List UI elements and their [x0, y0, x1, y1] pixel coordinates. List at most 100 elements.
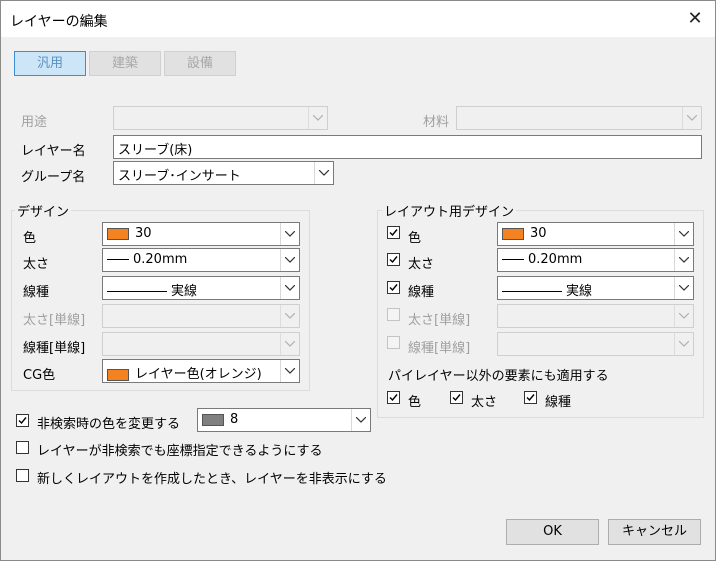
material-label: 材料: [423, 115, 450, 130]
design-color-value: 30: [135, 226, 152, 241]
hide-layer-label: 新しくレイアウトを作成したとき、レイヤーを非表示にする: [37, 472, 387, 487]
layout-thickness-display: 0.20mm: [502, 252, 582, 267]
layout-color-select[interactable]: 30: [497, 222, 694, 246]
material-select[interactable]: [456, 106, 702, 130]
coord-checkbox[interactable]: [16, 441, 29, 454]
group-name-select[interactable]: スリーブ･インサート: [113, 161, 334, 185]
usage-label: 用途: [21, 115, 48, 130]
design-thickness-value: 0.20mm: [133, 252, 188, 267]
design-thickness-select[interactable]: 0.20mm: [102, 248, 300, 272]
layout-linetype-checkbox[interactable]: [387, 281, 400, 294]
cancel-button[interactable]: キャンセル: [608, 519, 701, 545]
apply-color-label: 色: [408, 395, 422, 410]
dialog-title: レイヤーの編集: [10, 14, 108, 30]
design-color-display: 30: [107, 226, 152, 241]
layout-linetype-value: 実線: [566, 284, 593, 299]
layout-single-thickness-select[interactable]: [497, 304, 694, 328]
close-icon[interactable]: ✕: [685, 9, 705, 29]
chevron-down-icon: [280, 360, 299, 382]
change-color-checkbox[interactable]: [16, 414, 29, 427]
hide-layer-checkbox[interactable]: [16, 469, 29, 482]
apply-thickness-checkbox[interactable]: [450, 391, 463, 404]
apply-linetype-label: 線種: [545, 395, 572, 410]
apply-linetype-checkbox[interactable]: [524, 391, 537, 404]
chevron-down-icon: [674, 223, 693, 245]
design-color-label: 色: [23, 231, 37, 246]
tab-general[interactable]: 汎用: [14, 51, 86, 76]
design-linetype-value: 実線: [171, 284, 198, 299]
chevron-down-icon: [682, 107, 701, 129]
coord-label: レイヤーが非検索でも座標指定できるようにする: [37, 444, 323, 459]
chevron-down-icon: [674, 333, 693, 355]
usage-select[interactable]: [113, 106, 328, 130]
layout-color-label: 色: [408, 231, 422, 246]
chevron-down-icon: [280, 223, 299, 245]
design-thickness-display: 0.20mm: [107, 252, 187, 267]
chevron-down-icon: [280, 305, 299, 327]
design-cg-color-display: レイヤー色(オレンジ): [107, 363, 262, 382]
group-name-value: スリーブ･インサート: [118, 169, 241, 184]
chevron-down-icon: [351, 409, 370, 431]
design-cg-color-label: CG色: [23, 368, 56, 383]
layout-single-linetype-select[interactable]: [497, 332, 694, 356]
design-thickness-label: 太さ: [23, 257, 50, 272]
dialog-window: レイヤーの編集 ✕ 汎用 建築 設備 用途 材料 レイヤー名 スリーブ(床) グ…: [0, 0, 716, 561]
design-single-thickness-label: 太さ[単線]: [23, 313, 86, 328]
ok-button-label: OK: [543, 524, 562, 539]
layout-design-group-title: レイアウト用デザイン: [382, 201, 517, 220]
tab-architecture[interactable]: 建築: [89, 51, 161, 76]
change-color-display: 8: [202, 412, 238, 427]
chevron-down-icon: [280, 333, 299, 355]
title-bar: レイヤーの編集 ✕: [1, 1, 715, 37]
chevron-down-icon: [280, 249, 299, 271]
design-single-linetype-select[interactable]: [102, 332, 300, 356]
tab-equipment[interactable]: 設備: [164, 51, 236, 76]
chevron-down-icon: [308, 107, 327, 129]
change-color-value: 8: [230, 412, 239, 427]
design-linetype-select[interactable]: 実線: [102, 276, 300, 300]
group-name-label: グループ名: [21, 170, 86, 185]
change-color-select[interactable]: 8: [197, 408, 371, 432]
color-swatch: [107, 368, 129, 381]
tab-general-label: 汎用: [36, 56, 63, 71]
chevron-down-icon: [674, 249, 693, 271]
layout-single-linetype-label: 線種[単線]: [408, 341, 471, 356]
tab-architecture-label: 建築: [111, 56, 138, 71]
layout-thickness-label: 太さ: [408, 257, 435, 272]
apply-elements-label: パイレイヤー以外の要素にも適用する: [388, 369, 609, 384]
design-linetype-display: 実線: [107, 280, 197, 299]
layout-color-display: 30: [502, 226, 547, 241]
apply-thickness-label: 太さ: [471, 395, 498, 410]
chevron-down-icon: [280, 277, 299, 299]
design-cg-color-select[interactable]: レイヤー色(オレンジ): [102, 359, 300, 383]
layout-thickness-select[interactable]: 0.20mm: [497, 248, 694, 272]
layout-single-thickness-label: 太さ[単線]: [408, 313, 471, 328]
layout-linetype-display: 実線: [502, 280, 592, 299]
chevron-down-icon: [674, 305, 693, 327]
design-color-select[interactable]: 30: [102, 222, 300, 246]
design-group-title: デザイン: [15, 201, 72, 220]
layout-thickness-value: 0.20mm: [528, 252, 583, 267]
ok-button[interactable]: OK: [506, 519, 599, 545]
layout-single-linetype-checkbox[interactable]: [387, 336, 400, 349]
layout-thickness-checkbox[interactable]: [387, 253, 400, 266]
color-swatch: [502, 227, 524, 240]
layer-name-label: レイヤー名: [21, 144, 86, 159]
design-single-linetype-label: 線種[単線]: [23, 341, 86, 356]
layout-color-value: 30: [530, 226, 547, 241]
line-sample: [107, 259, 129, 260]
change-color-label: 非検索時の色を変更する: [37, 417, 181, 432]
line-sample: [107, 291, 167, 292]
layer-name-value: スリーブ(床): [118, 143, 193, 158]
layout-color-checkbox[interactable]: [387, 226, 400, 239]
layer-name-input[interactable]: スリーブ(床): [113, 135, 702, 159]
layout-linetype-label: 線種: [408, 285, 435, 300]
design-cg-color-value: レイヤー色(オレンジ): [135, 367, 262, 382]
apply-color-checkbox[interactable]: [387, 391, 400, 404]
layout-single-thickness-checkbox[interactable]: [387, 308, 400, 321]
design-single-thickness-select[interactable]: [102, 304, 300, 328]
design-linetype-label: 線種: [23, 285, 50, 300]
layout-linetype-select[interactable]: 実線: [497, 276, 694, 300]
chevron-down-icon: [674, 277, 693, 299]
color-swatch: [202, 413, 224, 426]
